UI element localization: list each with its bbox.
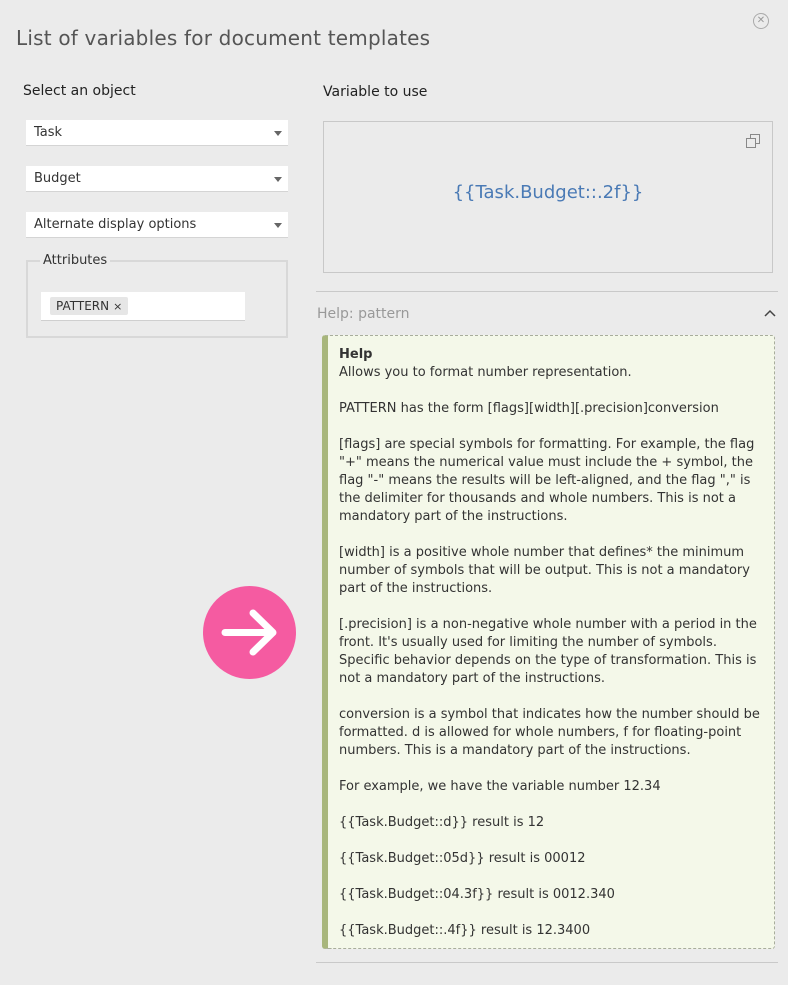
variable-to-use-label: Variable to use (323, 84, 428, 100)
help-example: {{Task.Budget::05d}} result is 00012 (339, 851, 586, 866)
help-example: {{Task.Budget::04.3f}} result is 0012.34… (339, 887, 615, 902)
attributes-legend: Attributes (43, 253, 108, 268)
close-icon[interactable]: ✕ (753, 13, 769, 29)
arrow-right-icon (221, 609, 277, 656)
help-paragraph: PATTERN has the form [flags][width][.pre… (339, 401, 719, 416)
divider (316, 291, 778, 292)
attribute-tag-label: PATTERN (56, 299, 110, 313)
help-example: {{Task.Budget::d}} result is 12 (339, 815, 545, 830)
divider (316, 962, 778, 963)
object-select-value: Task (34, 125, 63, 140)
help-paragraph: conversion is a symbol that indicates ho… (339, 707, 760, 758)
help-paragraph: [flags] are special symbols for formatti… (339, 437, 755, 524)
arrow-overlay-button[interactable] (203, 586, 296, 679)
help-paragraph: For example, we have the variable number… (339, 779, 661, 794)
chevron-down-icon (274, 131, 282, 136)
chevron-down-icon (274, 223, 282, 228)
help-paragraph: Allows you to format number representati… (339, 365, 632, 380)
help-title: Help (339, 347, 373, 362)
attribute-tag: PATTERN × (50, 297, 129, 315)
variable-output-box: {{Task.Budget::.2f}} (323, 121, 773, 273)
copy-icon[interactable] (746, 134, 760, 148)
chevron-up-icon[interactable] (763, 308, 777, 318)
field-select-value: Budget (34, 171, 81, 186)
field-select[interactable]: Budget (26, 166, 288, 192)
help-paragraph: [.precision] is a non-negative whole num… (339, 617, 757, 686)
attributes-group: Attributes PATTERN × (26, 253, 288, 338)
select-object-label: Select an object (23, 83, 136, 99)
variable-value[interactable]: {{Task.Budget::.2f}} (324, 182, 772, 203)
remove-tag-icon[interactable]: × (113, 300, 122, 313)
object-select[interactable]: Task (26, 120, 288, 146)
help-paragraph: [width] is a positive whole number that … (339, 545, 750, 596)
dialog-title: List of variables for document templates (16, 26, 431, 50)
attributes-input[interactable]: PATTERN × (41, 292, 245, 321)
chevron-down-icon (274, 177, 282, 182)
display-options-select-value: Alternate display options (34, 217, 197, 232)
display-options-select[interactable]: Alternate display options (26, 212, 288, 238)
help-header[interactable]: Help: pattern (317, 306, 410, 322)
help-panel: Help Allows you to format number represe… (322, 335, 775, 949)
help-example: {{Task.Budget::.4f}} result is 12.3400 (339, 923, 591, 938)
